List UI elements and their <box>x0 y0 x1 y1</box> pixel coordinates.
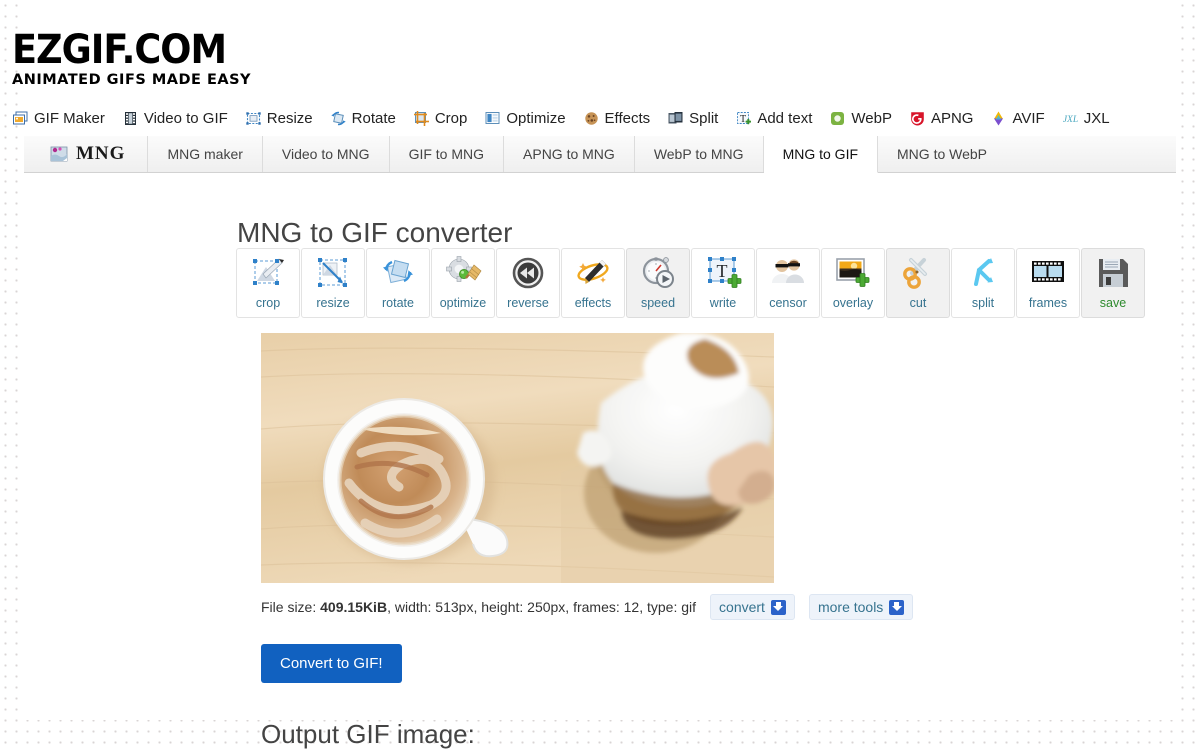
tool-reverse[interactable]: reverse <box>496 248 560 318</box>
rotate-tool-icon <box>377 254 419 294</box>
tool-label: save <box>1099 296 1127 310</box>
tool-label: cut <box>909 296 927 310</box>
tab-webp-to-mng[interactable]: WebP to MNG <box>635 136 764 172</box>
page-root: EZGIF.COM ANIMATED GIFS MADE EASY GIF Ma… <box>0 0 1200 749</box>
tool-label: resize <box>316 296 350 310</box>
resize-tool-icon <box>312 254 354 294</box>
mng-logo-label: MNG <box>76 143 126 164</box>
output-section-title: Output GIF image: <box>261 718 475 749</box>
mng-logo-icon <box>49 144 69 164</box>
tool-save[interactable]: save <box>1081 248 1145 318</box>
censor-tool-icon <box>767 254 809 294</box>
reverse-tool-icon <box>507 254 549 294</box>
page-title: MNG to GIF converter <box>237 216 513 248</box>
tool-overlay[interactable]: overlay <box>821 248 885 318</box>
split-tool-icon <box>962 254 1004 294</box>
convert-dropdown-label: convert <box>719 599 765 615</box>
sub-navigation: MNG MNG maker Video to MNG GIF to MNG AP… <box>24 136 1176 173</box>
tab-video-to-mng[interactable]: Video to MNG <box>263 136 390 172</box>
tool-label: split <box>971 296 995 310</box>
tool-frames[interactable]: frames <box>1016 248 1080 318</box>
file-info-bar: File size: 409.15KiB , width: 513px, hei… <box>261 594 914 620</box>
file-size-value: 409.15KiB <box>320 599 388 615</box>
tab-mng-maker[interactable]: MNG maker <box>148 136 263 172</box>
crop-tool-icon <box>247 254 289 294</box>
sidebar-item-mng-home[interactable]: MNG <box>24 136 149 172</box>
tool-resize[interactable]: resize <box>301 248 365 318</box>
write-tool-icon: T <box>702 254 744 294</box>
svg-text:T: T <box>717 261 728 281</box>
more-tools-dropdown-label: more tools <box>817 599 884 615</box>
tool-label: censor <box>769 296 807 310</box>
tab-label: MNG to WebP <box>897 146 988 162</box>
tool-rotate[interactable]: rotate <box>366 248 430 318</box>
chevron-down-icon <box>889 599 905 615</box>
convert-dropdown-button[interactable]: convert <box>710 594 795 620</box>
tab-label: WebP to MNG <box>653 146 744 162</box>
tab-label: GIF to MNG <box>408 146 485 162</box>
optimize-tool-icon <box>442 254 484 294</box>
tab-label: MNG to GIF <box>782 146 859 162</box>
tab-label: APNG to MNG <box>523 146 615 162</box>
tool-label: overlay <box>832 296 874 310</box>
tool-label: crop <box>255 296 281 310</box>
tab-gif-to-mng[interactable]: GIF to MNG <box>390 136 505 172</box>
tool-cut[interactable]: cut <box>886 248 950 318</box>
tool-effects[interactable]: effects <box>561 248 625 318</box>
preview-canvas <box>261 333 774 583</box>
tool-label: rotate <box>382 296 414 310</box>
tool-strip: crop resize rotate optimize reverse effe… <box>236 248 1146 318</box>
tool-label: optimize <box>439 296 487 310</box>
effects-tool-icon <box>572 254 614 294</box>
tool-label: effects <box>574 296 612 310</box>
tool-label: frames <box>1028 296 1068 310</box>
tool-label: speed <box>640 296 676 310</box>
convert-to-gif-button[interactable]: Convert to GIF! <box>261 644 402 683</box>
file-dimensions-label: , width: 513px, height: 250px, frames: 1… <box>387 599 697 615</box>
tool-write[interactable]: T write <box>691 248 755 318</box>
more-tools-dropdown-button[interactable]: more tools <box>808 594 914 620</box>
tool-label: write <box>709 296 737 310</box>
speed-tool-icon <box>637 254 679 294</box>
overlay-tool-icon <box>832 254 874 294</box>
image-preview[interactable] <box>261 333 774 583</box>
tab-label: Video to MNG <box>281 146 370 162</box>
tool-label: reverse <box>507 296 549 310</box>
chevron-down-icon <box>770 599 786 615</box>
tab-label: MNG maker <box>167 146 243 162</box>
tab-apng-to-mng[interactable]: APNG to MNG <box>504 136 635 172</box>
tool-speed[interactable]: speed <box>626 248 690 318</box>
tool-crop[interactable]: crop <box>236 248 300 318</box>
tool-optimize[interactable]: optimize <box>431 248 495 318</box>
tool-censor[interactable]: censor <box>756 248 820 318</box>
cut-tool-icon <box>897 254 939 294</box>
save-tool-icon <box>1092 254 1134 294</box>
tool-split[interactable]: split <box>951 248 1015 318</box>
tab-mng-to-webp[interactable]: MNG to WebP <box>878 136 1006 172</box>
tab-mng-to-gif[interactable]: MNG to GIF <box>763 136 879 173</box>
frames-tool-icon <box>1027 254 1069 294</box>
file-size-label: File size: <box>261 599 321 615</box>
